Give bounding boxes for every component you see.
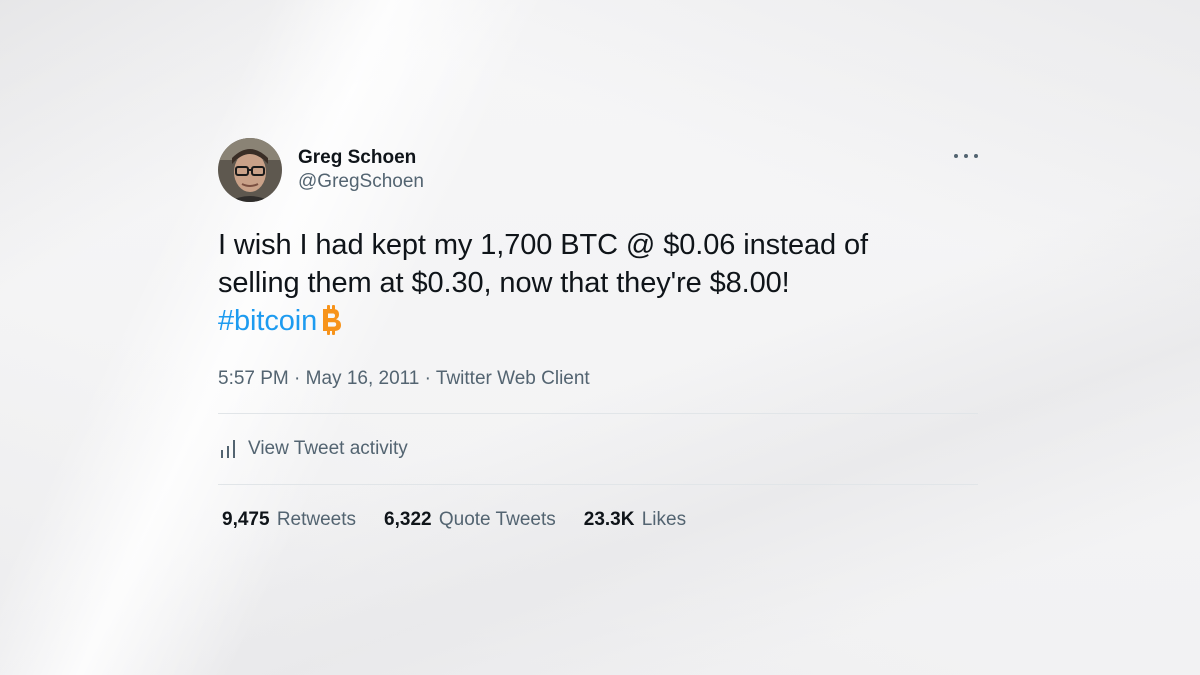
analytics-icon <box>221 440 235 458</box>
tweet-text-line3: #bitcoin <box>218 302 978 345</box>
author-name[interactable]: Greg Schoen <box>298 146 424 170</box>
quote-tweets-count: 6,322 <box>384 509 432 530</box>
author-handle[interactable]: @GregSchoen <box>298 170 424 194</box>
retweets-count: 9,475 <box>222 509 270 530</box>
user-info: Greg Schoen @GregSchoen <box>298 146 424 194</box>
view-activity-button[interactable]: View Tweet activity <box>218 414 978 484</box>
hashtag-link[interactable]: #bitcoin <box>218 305 317 337</box>
tweet-header: Greg Schoen @GregSchoen <box>218 136 978 204</box>
likes-label: Likes <box>641 509 687 530</box>
tweet-text-line2: selling them at $0.30, now that they're … <box>218 267 790 299</box>
view-activity-label: View Tweet activity <box>248 438 408 459</box>
quote-tweets-stat[interactable]: 6,322 Quote Tweets <box>384 509 556 531</box>
tweet-text-line1: I wish I had kept my 1,700 BTC @ $0.06 i… <box>218 229 868 261</box>
tweet-timestamp[interactable]: 5:57 PM · May 16, 2011 · Twitter Web Cli… <box>218 367 978 391</box>
avatar-photo <box>218 138 282 202</box>
retweets-stat[interactable]: 9,475 Retweets <box>222 509 356 531</box>
likes-count: 23.3K <box>583 509 635 530</box>
retweets-label: Retweets <box>276 509 357 530</box>
avatar[interactable] <box>218 138 282 202</box>
more-options-icon[interactable] <box>954 148 978 164</box>
tweet-text: I wish I had kept my 1,700 BTC @ $0.06 i… <box>218 226 978 345</box>
tweet-stats: 9,475 Retweets 6,322 Quote Tweets 23.3K … <box>218 485 978 555</box>
bitcoin-icon <box>319 305 343 345</box>
quote-tweets-label: Quote Tweets <box>438 509 556 530</box>
likes-stat[interactable]: 23.3K Likes <box>584 509 686 531</box>
tweet-card: Greg Schoen @GregSchoen I wish I had kep… <box>218 136 978 555</box>
